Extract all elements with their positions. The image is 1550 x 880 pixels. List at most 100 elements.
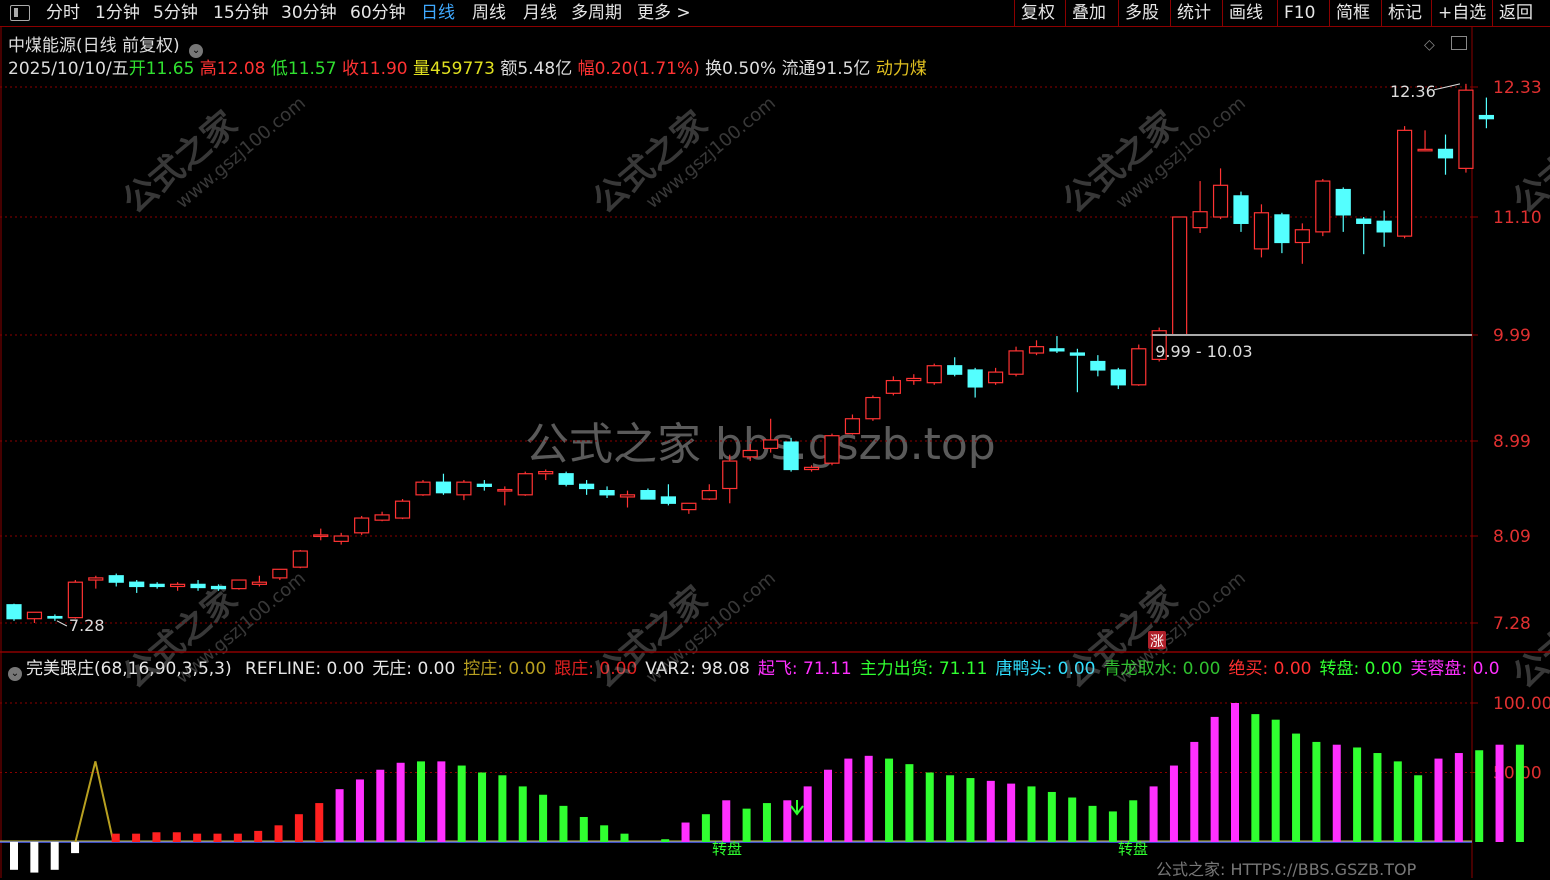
indicator-bar <box>518 786 527 842</box>
indicator-bar <box>1292 733 1301 842</box>
candle-body <box>1294 229 1310 244</box>
indicator-bar <box>803 786 812 842</box>
price-tick-label: 12.33 <box>1493 78 1542 98</box>
indicator-bar <box>1169 765 1178 842</box>
candle-body <box>987 371 1004 384</box>
candle-body <box>1090 360 1106 371</box>
zhuanpan-label: 转盘 <box>1118 840 1148 858</box>
indicator-bar <box>844 758 853 842</box>
candle-body <box>129 581 145 588</box>
indicator-bar <box>254 830 263 842</box>
indicator-bar <box>233 833 242 842</box>
candle-body <box>1192 211 1208 229</box>
candle-body <box>333 535 349 542</box>
candle-body <box>1335 188 1351 216</box>
indicator-bar <box>1108 811 1117 842</box>
indicator-bar <box>1190 741 1199 842</box>
candle-body <box>170 583 186 588</box>
indicator-tick-label: 100.00 <box>1493 694 1550 714</box>
indicator-bar <box>946 775 955 842</box>
indicator-bar <box>1434 758 1443 842</box>
indicator-bar <box>335 789 344 842</box>
candle-body <box>374 514 390 521</box>
indicator-bar <box>10 842 18 870</box>
candle-body <box>538 471 554 475</box>
candle-body <box>967 369 983 388</box>
candle-body <box>292 550 308 568</box>
indicator-bar <box>71 842 80 854</box>
indicator-bar <box>783 800 792 842</box>
price-tick-label: 9.99 <box>1493 326 1531 346</box>
indicator-bar <box>355 779 364 842</box>
candle-body <box>619 494 636 498</box>
candle-body <box>1110 369 1126 386</box>
candle-body <box>1028 346 1045 354</box>
candle-body <box>742 449 758 458</box>
candle-body <box>435 481 452 494</box>
zhang-badge-label: 涨 <box>1150 634 1164 650</box>
indicator-bar <box>1027 786 1036 842</box>
indicator-bar <box>762 803 771 842</box>
candle-body <box>67 581 83 619</box>
candle-body <box>865 396 881 420</box>
candle-body <box>1274 214 1290 244</box>
candle-body <box>1253 212 1270 250</box>
indicator-bar <box>986 780 995 842</box>
candle-body <box>578 483 595 490</box>
candle-body <box>763 439 779 449</box>
candle-body <box>210 585 227 590</box>
indicator-bar <box>925 772 934 842</box>
indicator-bar <box>539 794 548 842</box>
candle-body <box>1458 89 1474 169</box>
candle-body <box>1049 348 1065 352</box>
candle-body <box>722 460 738 490</box>
chart-canvas[interactable]: 7.28 8.09 8.99 9.99 11.10 12.33 9.99 - 10.03 12… <box>0 0 1550 878</box>
indicator-bar <box>111 833 120 842</box>
indicator-bar <box>417 761 425 842</box>
indicator-bar <box>966 778 975 842</box>
indicator-bar <box>1088 805 1097 842</box>
indicator-bar <box>559 805 568 842</box>
indicator-bar <box>1251 714 1260 842</box>
candle-body <box>456 481 472 496</box>
candle-body <box>947 365 963 375</box>
indicator-bar <box>152 832 161 842</box>
candle-body <box>660 496 677 504</box>
candle-body <box>844 418 861 435</box>
candle-body <box>497 488 513 492</box>
candle-body <box>681 502 697 511</box>
candle-body <box>313 534 329 538</box>
indicator-bar <box>1414 775 1423 842</box>
candle-body <box>108 575 124 583</box>
indicator-bar <box>172 832 181 842</box>
zhuanpan-label: 转盘 <box>712 840 742 858</box>
candle-body <box>803 466 820 471</box>
indicator-bar <box>1231 703 1239 842</box>
indicator-bar <box>478 772 487 842</box>
indicator-bar <box>1271 719 1280 842</box>
indicator-bar <box>701 814 710 842</box>
candle-body <box>88 577 104 581</box>
max-price-label: 12.36 <box>1390 82 1436 101</box>
indicator-bar <box>620 833 629 842</box>
indicator-bar <box>437 761 446 842</box>
candle-body <box>783 441 799 471</box>
indicator-bar <box>294 814 303 842</box>
indicator-bar <box>376 769 385 842</box>
candle-body <box>354 517 370 534</box>
price-tick-label: 8.99 <box>1493 432 1531 452</box>
candle-body <box>1356 218 1372 224</box>
indicator-bar <box>1515 744 1524 842</box>
min-price-label: 7.28 <box>69 616 105 635</box>
indicator-bar <box>885 758 894 842</box>
candle-body <box>517 473 533 496</box>
indicator-peak-line <box>74 761 115 843</box>
indicator-bar <box>396 762 405 842</box>
indicator-bar <box>315 803 324 842</box>
indicator-bar <box>1047 791 1056 842</box>
indicator-bar <box>457 765 466 842</box>
candle-body <box>1478 114 1495 120</box>
candle-body <box>251 581 267 585</box>
indicator-bar <box>274 825 283 842</box>
indicator-bar <box>1007 783 1016 842</box>
